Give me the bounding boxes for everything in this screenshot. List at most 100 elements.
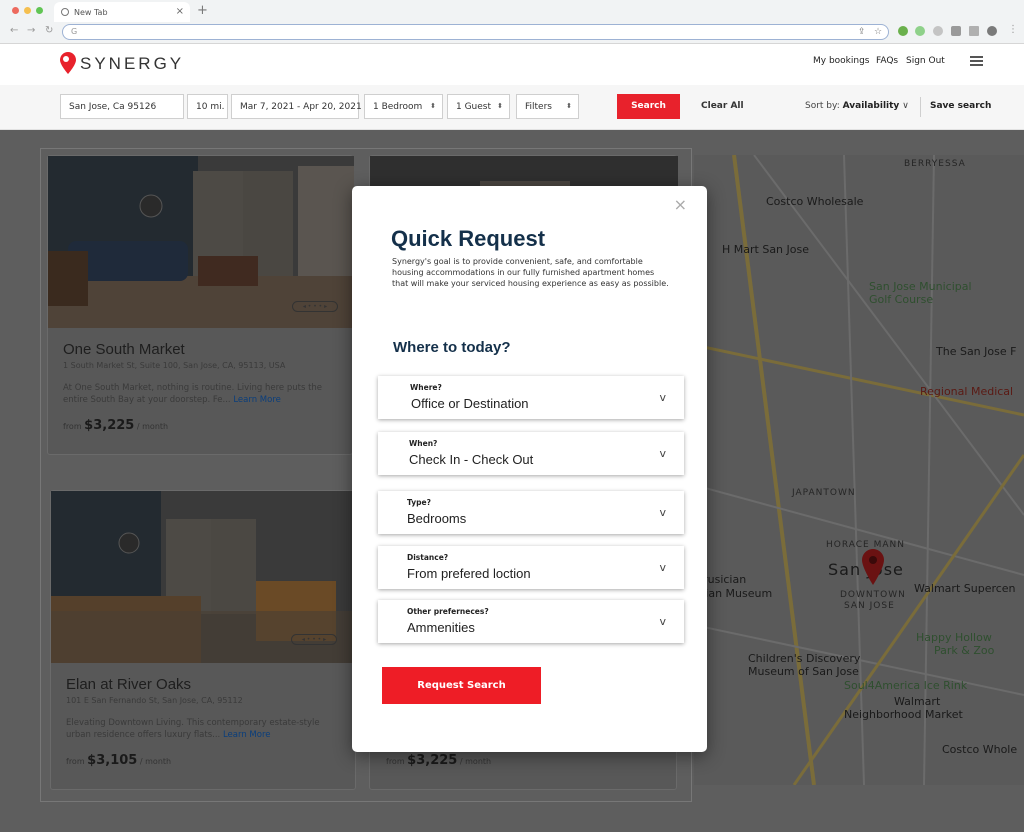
minimize-window-icon[interactable] [24,7,31,14]
location-input[interactable]: San Jose, Ca 95126 [60,94,184,119]
map-label: Museum of San Jose [748,665,859,678]
request-search-button[interactable]: Request Search [382,667,541,704]
sort-by-value: Availability [842,101,900,111]
map-label: JAPANTOWN [792,488,856,498]
carousel-dots[interactable]: ◂ • • • ▸ [291,634,337,645]
back-icon[interactable]: ← [10,25,18,36]
listing-card[interactable]: ◂ • • • ▸ One South Market 1 South Marke… [47,155,354,455]
location-pin-icon[interactable] [862,549,884,585]
listing-card[interactable]: ◂ • • • ▸ Elan at River Oaks 101 E San F… [50,490,357,790]
browser-chrome: New Tab × + ← → ↻ G ⇪ ☆ ⋮ [0,0,1024,44]
logo-text[interactable]: SYNERGY [80,54,184,74]
chevron-down-icon: v [659,561,666,574]
map-label: Soul4America Ice Rink [844,679,968,692]
date-range-input[interactable]: Mar 7, 2021 - Apr 20, 2021 [231,94,362,119]
address-bar[interactable]: G ⇪ ☆ [62,24,889,40]
close-window-icon[interactable] [12,7,19,14]
map-label: Regional Medical [920,385,1014,398]
map-label: Costco Wholesale [766,195,864,208]
profile-avatar[interactable] [987,26,997,36]
faqs-link[interactable]: FAQs [876,56,898,66]
select-caret-icon: ⬍ [497,102,503,110]
listing-description-text: At One South Market, nothing is routine.… [63,383,323,405]
price-prefix: from [386,757,405,766]
learn-more-link[interactable]: Learn More [223,730,271,740]
clear-all-button[interactable]: Clear All [701,101,744,111]
radius-input[interactable]: 10 mi. [187,94,228,119]
price-suffix: / month [136,422,169,431]
extension-icon[interactable] [933,26,943,36]
map[interactable]: BERRYESSA Costco Wholesale H Mart San Jo… [694,155,1024,785]
when-value: Check In - Check Out [409,452,534,467]
chevron-down-icon: v [659,447,666,460]
browser-tab[interactable]: New Tab × [54,2,190,22]
divider [920,97,921,117]
new-tab-button[interactable]: + [197,3,208,18]
map-label: BERRYESSA [904,159,966,169]
search-button[interactable]: Search [617,94,680,119]
extension-icon[interactable] [898,26,908,36]
bookmark-star-icon[interactable]: ☆ [874,27,882,37]
bedrooms-select[interactable]: 1 Bedroom ⬍ [364,94,443,119]
my-bookings-link[interactable]: My bookings [813,56,870,66]
map-label: Golf Course [869,293,934,306]
map-label: Happy Hollow [916,631,992,644]
listing-photo[interactable]: ◂ • • • ▸ [48,156,354,328]
listing-price: from $3,105 / month [66,753,171,768]
maximize-window-icon[interactable] [36,7,43,14]
listing-description: Elevating Downtown Living. This contempo… [66,717,346,741]
guests-select[interactable]: 1 Guest ⬍ [447,94,510,119]
close-tab-icon[interactable]: × [176,6,184,17]
listing-description-text: Elevating Downtown Living. This contempo… [66,718,320,740]
sort-by-dropdown[interactable]: Sort by: Availability ∨ [805,101,909,111]
filters-select-value: Filters [525,102,552,112]
reading-list-icon[interactable] [969,26,979,36]
logo-pin-icon [60,52,76,74]
distance-dropdown[interactable]: Distance? From prefered loction v [378,546,684,589]
map-label: Walmart Supercen [914,582,1016,595]
distance-label: Distance? [407,553,449,562]
listing-price: from $3,225 / month [63,418,168,433]
puzzle-icon[interactable] [951,26,961,36]
reload-icon[interactable]: ↻ [45,25,53,36]
map-label: The San Jose F [936,345,1017,358]
listing-title[interactable]: Elan at River Oaks [66,676,191,693]
where-dropdown[interactable]: Where? Office or Destination v [378,376,684,419]
forward-icon[interactable]: → [27,25,35,36]
distance-value: From prefered loction [407,566,531,581]
other-preferences-dropdown[interactable]: Other preferneces? Ammenities v [378,600,684,643]
share-icon[interactable]: ⇪ [858,27,866,37]
learn-more-link[interactable]: Learn More [233,395,281,405]
type-dropdown[interactable]: Type? Bedrooms v [378,491,684,534]
extension-icon[interactable] [915,26,925,36]
select-caret-icon: ⬍ [566,102,572,110]
map-label: H Mart San Jose [722,243,809,256]
map-label: Neighborhood Market [844,708,963,721]
close-icon[interactable]: × [674,195,687,214]
filters-select[interactable]: Filters ⬍ [516,94,579,119]
hamburger-menu-icon[interactable] [970,56,983,66]
carousel-dots[interactable]: ◂ • • • ▸ [292,301,338,312]
modal-title: Quick Request [391,226,546,251]
map-label: Children's Discovery [748,652,861,665]
map-label: Park & Zoo [934,644,995,657]
modal-description: Synergy's goal is to provide convenient,… [392,257,669,288]
bedrooms-select-value: 1 Bedroom [373,102,423,112]
chevron-down-icon: v [659,391,666,404]
when-label: When? [409,439,438,448]
listing-title[interactable]: One South Market [63,341,185,358]
chevron-down-icon: v [659,506,666,519]
price-suffix: / month [139,757,172,766]
chevron-down-icon: v [659,615,666,628]
type-label: Type? [407,498,431,507]
when-dropdown[interactable]: When? Check In - Check Out v [378,432,684,475]
where-label: Where? [410,383,442,392]
browser-menu-icon[interactable]: ⋮ [1008,24,1018,35]
tab-title: New Tab [74,8,108,17]
price-suffix: / month [459,757,492,766]
listing-photo[interactable]: ◂ • • • ▸ [51,491,357,663]
save-search-button[interactable]: Save search [930,101,991,111]
map-label: Walmart [894,695,941,708]
sign-out-link[interactable]: Sign Out [906,56,945,66]
guests-select-value: 1 Guest [456,102,492,112]
